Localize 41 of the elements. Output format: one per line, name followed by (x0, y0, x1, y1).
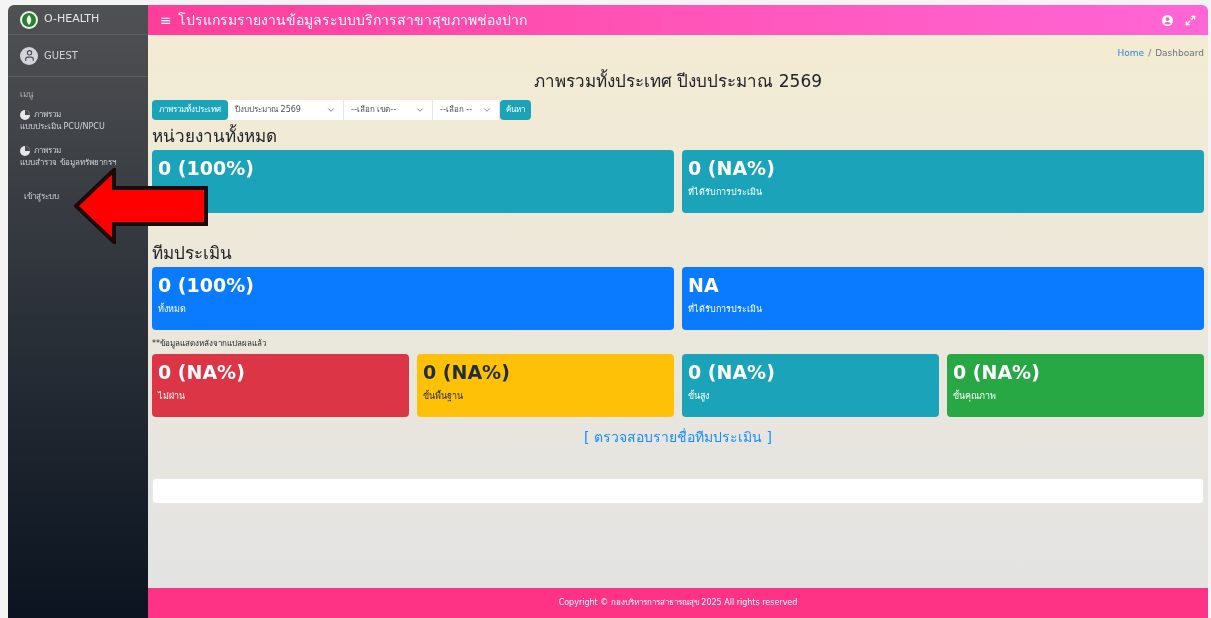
select-field[interactable]: --เลือก -- (433, 100, 500, 120)
chevron-down-icon[interactable] (415, 105, 425, 115)
select-field[interactable]: ปีงบประมาณ 2569 (228, 100, 344, 120)
breadcrumb-separator: / (1148, 47, 1152, 60)
user-name: GUEST (44, 49, 78, 63)
brand-name: O-HEALTH (44, 11, 100, 28)
stat-label: ที่ได้รับการประเมิน (688, 186, 763, 199)
avatar-icon (20, 46, 38, 65)
chevron-down-icon[interactable] (326, 105, 336, 115)
pie-chart-icon (20, 110, 30, 120)
app-title: โปรแกรมรายงานข้อมูลระบบบริการสาขาสุขภาพช่องปาก (177, 10, 527, 31)
sidebar-item[interactable]: เข้าสู่ระบบ (24, 191, 59, 203)
stat-value: 0 (NA%) (423, 360, 511, 384)
pie-chart-icon (20, 146, 30, 156)
sidebar-item[interactable]: ภาพรวม แบบประเมิน PCU/NPCU (8, 109, 148, 133)
stat-label: ขั้นคุณภาพ (953, 390, 997, 404)
stat-value: 0 (100%) (158, 156, 255, 180)
stat-label: ขั้นพื้นฐาน (423, 390, 464, 404)
stat-label: ขั้นสูง (688, 390, 710, 404)
user-circle-icon[interactable] (1162, 14, 1173, 26)
stat-label: ไม่ผ่าน (158, 390, 186, 403)
note-text: **ข้อมูลแสดงหลังจากแปลผลแล้ว (152, 338, 267, 350)
section-title: หน่วยงานทั้งหมด (152, 124, 278, 148)
stat-value: 0 (100%) (158, 273, 255, 297)
fullscreen-icon[interactable] (1185, 14, 1196, 26)
stat-label: ทั้งหมด (158, 303, 187, 316)
page-title: ภาพรวมทั้งประเทศ ปีงบประมาณ 2569 (532, 68, 824, 93)
select-field[interactable]: --เลือก เขต-- (344, 100, 433, 120)
breadcrumb-current: Dashboard (1155, 47, 1204, 60)
stat-value: NA (688, 273, 720, 297)
section-title: ทีมประเมิน (152, 242, 233, 265)
stat-value: 0 (NA%) (688, 156, 776, 180)
sidebar-section-title: เมนู (19, 89, 35, 101)
sidebar-item[interactable]: ภาพรวม แบบสำรวจ ข้อมูลทรัพยากรฯ (8, 145, 148, 169)
copyright-text: Copyright © กองบริหารการสาธารณสุข 2025 All rights reserved (558, 597, 798, 609)
logo-icon (20, 10, 38, 29)
stat-label: ที่ได้รับการประเมิน (688, 303, 763, 316)
stat-value: 0 (NA%) (953, 360, 1041, 384)
chevron-down-icon[interactable] (482, 105, 492, 115)
stat-value: 0 (NA%) (688, 360, 776, 384)
stat-value: 0 (NA%) (158, 360, 246, 384)
